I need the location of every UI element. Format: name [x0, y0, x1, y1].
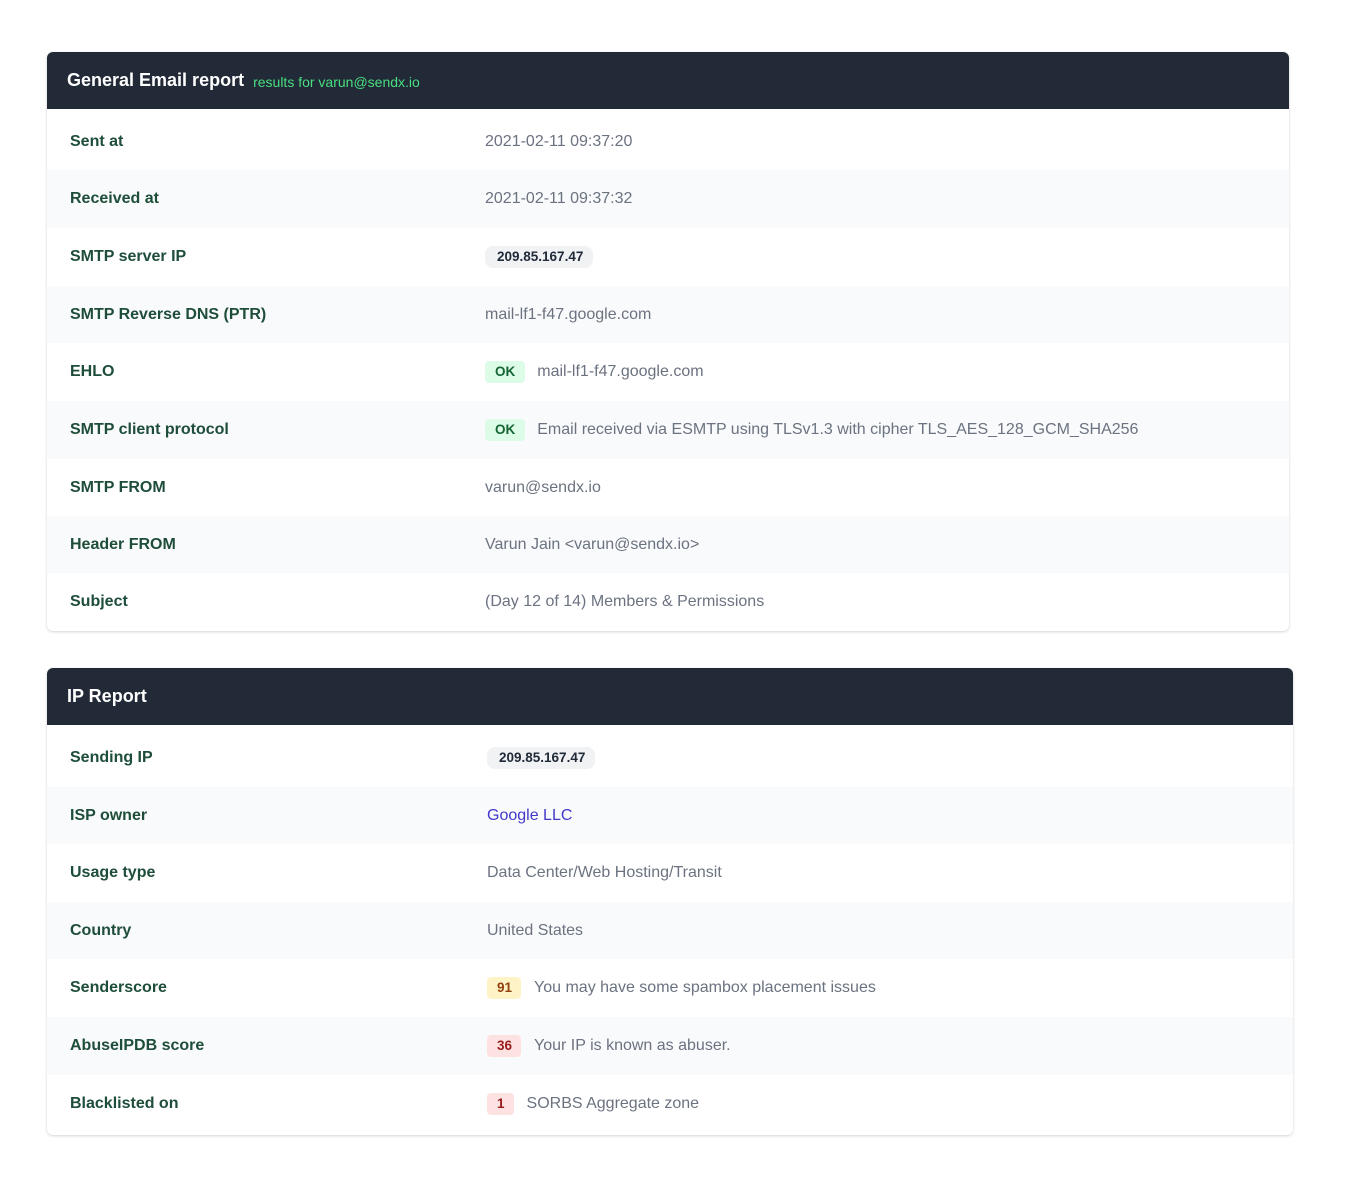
- row-value: varun@sendx.io: [485, 478, 601, 496]
- row-smtp-client-protocol: SMTP client protocol OK Email received v…: [47, 401, 1289, 459]
- row-value: United States: [487, 921, 584, 939]
- abuseipdb-text: Your IP is known as abuser.: [534, 1037, 731, 1054]
- row-smtp-server-ip: SMTP server IP 209.85.167.47: [47, 228, 1289, 286]
- row-sending-ip: Sending IP 209.85.167.47: [47, 729, 1293, 787]
- row-label: Blacklisted on: [70, 1095, 179, 1112]
- row-smtp-reverse-dns: SMTP Reverse DNS (PTR) mail-lf1-f47.goog…: [47, 286, 1289, 343]
- row-label: Received at: [70, 190, 159, 207]
- ip-report-card: IP Report Sending IP 209.85.167.47 ISP o…: [47, 668, 1293, 1135]
- ip-address-chip: 209.85.167.47: [487, 747, 596, 769]
- isp-owner-link[interactable]: Google LLC: [487, 807, 572, 825]
- row-value: 209.85.167.47: [487, 747, 596, 769]
- row-header-from: Header FROM Varun Jain <varun@sendx.io>: [47, 516, 1289, 573]
- row-value: 2021-02-11 09:37:32: [485, 190, 633, 207]
- row-value: mail-lf1-f47.google.com: [485, 305, 652, 323]
- row-label: SMTP client protocol: [70, 421, 229, 438]
- row-received-at: Received at 2021-02-11 09:37:32: [47, 170, 1289, 228]
- row-subject: Subject (Day 12 of 14) Members & Permiss…: [47, 573, 1289, 630]
- row-value: Google LLC: [487, 807, 572, 825]
- row-sent-at: Sent at 2021-02-11 09:37:20: [47, 113, 1289, 170]
- row-value: Varun Jain <varun@sendx.io>: [485, 535, 700, 553]
- protocol-text: Email received via ESMTP using TLSv1.3 w…: [537, 421, 1139, 438]
- row-ehlo: EHLO OK mail-lf1-f47.google.com: [47, 343, 1289, 401]
- row-isp-owner: ISP owner Google LLC: [47, 787, 1293, 844]
- row-label: AbuseIPDB score: [70, 1037, 205, 1054]
- row-usage-type: Usage type Data Center/Web Hosting/Trans…: [47, 844, 1293, 902]
- row-label: Sent at: [70, 132, 124, 150]
- row-smtp-from: SMTP FROM varun@sendx.io: [47, 459, 1289, 516]
- row-label: SMTP FROM: [70, 478, 166, 496]
- row-value: 1 SORBS Aggregate zone: [487, 1093, 699, 1115]
- ip-report-header: IP Report: [47, 668, 1293, 725]
- ehlo-text: mail-lf1-f47.google.com: [537, 363, 704, 380]
- blacklist-text: SORBS Aggregate zone: [526, 1095, 700, 1112]
- email-report-subtitle: results for varun@sendx.io: [253, 74, 420, 90]
- ok-status-badge: OK: [485, 419, 526, 441]
- row-value: 2021-02-11 09:37:20: [485, 132, 633, 150]
- row-label: SMTP Reverse DNS (PTR): [70, 305, 267, 323]
- abuseipdb-score-badge: 36: [487, 1035, 522, 1057]
- row-label: Subject: [70, 592, 128, 610]
- email-report-card: General Email report results for varun@s…: [47, 52, 1289, 631]
- row-value: Data Center/Web Hosting/Transit: [487, 864, 722, 881]
- row-label: Header FROM: [70, 535, 176, 553]
- row-label: Country: [70, 921, 132, 939]
- row-value: 36 Your IP is known as abuser.: [487, 1035, 731, 1057]
- row-abuseipdb-score: AbuseIPDB score 36 Your IP is known as a…: [47, 1017, 1293, 1075]
- email-report-header: General Email report results for varun@s…: [47, 52, 1289, 109]
- row-blacklisted-on: Blacklisted on 1 SORBS Aggregate zone: [47, 1075, 1293, 1133]
- row-label: Usage type: [70, 864, 156, 881]
- email-report-title: General Email report: [67, 70, 245, 90]
- row-label: EHLO: [70, 363, 115, 380]
- row-country: Country United States: [47, 902, 1293, 959]
- row-senderscore: Senderscore 91 You may have some spambox…: [47, 959, 1293, 1017]
- ip-report-title: IP Report: [67, 686, 147, 706]
- ip-address-chip: 209.85.167.47: [485, 246, 594, 268]
- senderscore-badge: 91: [487, 977, 522, 999]
- row-value: OK Email received via ESMTP using TLSv1.…: [485, 419, 1138, 441]
- blacklist-count-badge: 1: [487, 1093, 514, 1115]
- row-label: Sending IP: [70, 749, 153, 766]
- row-value: (Day 12 of 14) Members & Permissions: [485, 592, 765, 610]
- row-value: 91 You may have some spambox placement i…: [487, 977, 876, 999]
- senderscore-text: You may have some spambox placement issu…: [534, 979, 876, 996]
- row-value: OK mail-lf1-f47.google.com: [485, 361, 704, 383]
- ok-status-badge: OK: [485, 361, 526, 383]
- row-label: SMTP server IP: [70, 248, 187, 265]
- row-label: Senderscore: [70, 979, 167, 996]
- row-label: ISP owner: [70, 806, 148, 824]
- row-value: 209.85.167.47: [485, 246, 594, 268]
